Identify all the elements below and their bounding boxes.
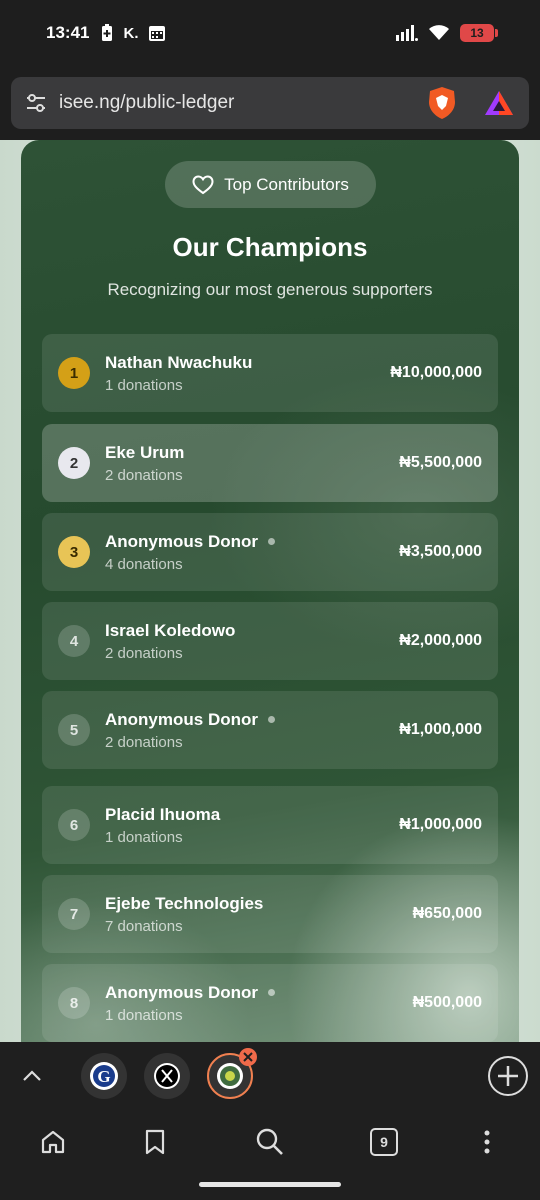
status-bar: 13:41 K. 13 (0, 0, 540, 66)
rank-badge: 4 (58, 625, 90, 657)
donation-count: 1 donations (105, 828, 183, 846)
rank-badge: 5 (58, 714, 90, 746)
home-icon (41, 1130, 65, 1154)
new-tab-icon[interactable] (487, 1055, 529, 1097)
home-indicator[interactable] (199, 1182, 341, 1187)
donor-name: Anonymous Donor (105, 531, 258, 551)
more-vertical-icon (484, 1130, 490, 1154)
battery-icon: 13 (460, 24, 498, 42)
rank-badge: 8 (58, 987, 90, 1019)
svg-text:G: G (97, 1067, 110, 1086)
page-title: Our Champions (172, 232, 368, 262)
donor-row[interactable]: 4 Israel Koledowo 2 donations ₦2,000,000 (42, 602, 498, 680)
donation-amount: ₦3,500,000 (399, 543, 482, 560)
home-button[interactable] (35, 1124, 71, 1160)
donation-amount: ₦10,000,000 (390, 364, 482, 381)
tab-strip: G (0, 1042, 540, 1110)
bookmarks-button[interactable] (137, 1124, 173, 1160)
donation-amount: ₦5,500,000 (399, 454, 482, 471)
tabs-icon: 9 (370, 1128, 398, 1156)
donor-row[interactable]: 7 Ejebe Technologies 7 donations ₦650,00… (42, 875, 498, 953)
top-contributors-badge: Top Contributors (165, 161, 376, 208)
tab-guardian[interactable]: G (81, 1053, 127, 1099)
site-settings-icon[interactable] (25, 93, 47, 113)
chevron-up-icon[interactable] (20, 1064, 44, 1088)
donation-amount: ₦650,000 (412, 905, 482, 922)
web-page: Top Contributors Our Champions Recognizi… (0, 140, 540, 1042)
donation-count: 2 donations (105, 644, 183, 662)
donor-row[interactable]: 6 Placid Ihuoma 1 donations ₦1,000,000 (42, 786, 498, 864)
donor-name: Nathan Nwachuku (105, 352, 253, 372)
bookmark-icon (145, 1129, 165, 1155)
brave-shields-icon[interactable] (427, 86, 457, 120)
x-favicon-icon (154, 1063, 180, 1089)
donor-row[interactable]: 8 Anonymous Donor 1 donations ₦500,000 (42, 964, 498, 1042)
rank-badge: 3 (58, 536, 90, 568)
donation-count: 1 donations (105, 376, 183, 394)
donor-row[interactable]: 1 Nathan Nwachuku 1 donations ₦10,000,00… (42, 334, 498, 412)
calendar-icon (149, 26, 166, 41)
donation-amount: ₦2,000,000 (399, 632, 482, 649)
donor-name: Anonymous Donor (105, 709, 258, 729)
donor-name: Anonymous Donor (105, 982, 258, 1002)
donation-amount: ₦1,000,000 (399, 816, 482, 833)
tabs-button[interactable]: 9 (366, 1124, 402, 1160)
rank-badge: 2 (58, 447, 90, 479)
brave-rewards-icon[interactable] (483, 89, 515, 117)
donor-row[interactable]: 3 Anonymous Donor 4 donations ₦3,500,000 (42, 513, 498, 591)
search-icon (256, 1128, 283, 1155)
donor-name: Placid Ihuoma (105, 804, 221, 824)
donor-name: Israel Koledowo (105, 620, 236, 640)
donor-row[interactable]: 2 Eke Urum 2 donations ₦5,500,000 (42, 424, 498, 502)
wifi-icon (429, 25, 449, 40)
k-icon: K. (123, 24, 139, 42)
donation-count: 2 donations (105, 466, 183, 484)
donation-count: 4 donations (105, 555, 183, 573)
donation-amount: ₦500,000 (412, 994, 482, 1011)
close-tab-icon[interactable] (238, 1047, 258, 1067)
donor-name: Ejebe Technologies (105, 893, 264, 913)
donation-count: 7 donations (105, 917, 183, 935)
donation-count: 1 donations (105, 1006, 183, 1024)
guardian-favicon-icon: G (90, 1062, 118, 1090)
status-time: 13:41 (46, 23, 90, 42)
rank-badge: 1 (58, 357, 90, 389)
donor-row[interactable]: 5 Anonymous Donor 2 donations ₦1,000,000 (42, 691, 498, 769)
menu-button[interactable] (469, 1124, 505, 1160)
anonymous-indicator-icon (268, 716, 275, 723)
top-contributors-card: Top Contributors Our Champions Recognizi… (21, 140, 519, 1042)
tab-x[interactable] (144, 1053, 190, 1099)
badge-label: Top Contributors (224, 174, 349, 194)
heart-icon (192, 174, 214, 194)
battery-saver-icon (102, 24, 113, 41)
rank-badge: 7 (58, 898, 90, 930)
url-text[interactable]: isee.ng/public-ledger (59, 92, 234, 114)
anonymous-indicator-icon (268, 538, 275, 545)
signal-icon (396, 25, 418, 41)
anonymous-indicator-icon (268, 989, 275, 996)
address-bar[interactable]: isee.ng/public-ledger (11, 77, 529, 129)
rank-badge: 6 (58, 809, 90, 841)
donation-count: 2 donations (105, 733, 183, 751)
page-subtitle: Recognizing our most generous supporters (107, 280, 433, 299)
donation-amount: ₦1,000,000 (399, 721, 482, 738)
donor-name: Eke Urum (105, 442, 185, 462)
search-button[interactable] (252, 1124, 288, 1160)
